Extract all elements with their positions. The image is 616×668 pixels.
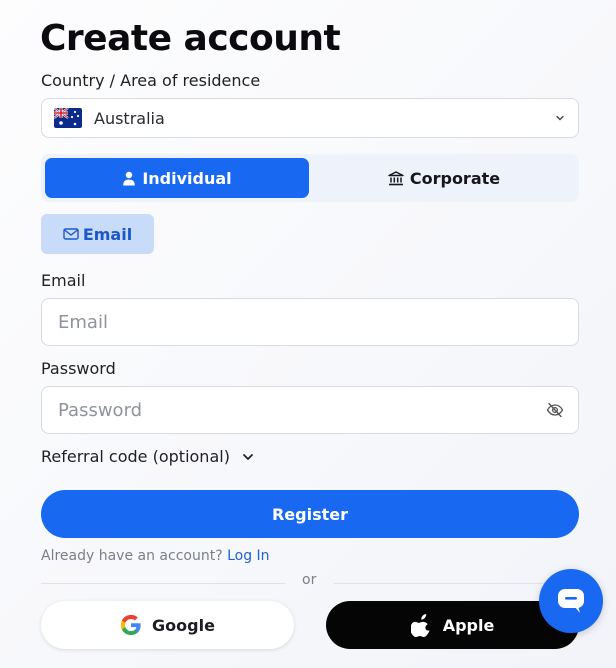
envelope-icon xyxy=(63,228,79,240)
password-label: Password xyxy=(41,359,116,378)
eye-off-icon[interactable] xyxy=(546,402,564,418)
chevron-down-icon xyxy=(243,453,253,460)
google-label: Google xyxy=(152,615,215,635)
individual-tab-label: Individual xyxy=(142,168,232,188)
email-method-label: Email xyxy=(82,224,133,244)
referral-code-toggle[interactable]: Referral code (optional) xyxy=(41,447,254,466)
chat-support-button[interactable] xyxy=(539,569,603,633)
email-method-tab[interactable]: Email xyxy=(41,214,154,254)
country-select[interactable]: Australia xyxy=(41,98,579,138)
register-button[interactable]: Register xyxy=(41,490,579,538)
individual-tab[interactable]: Individual xyxy=(45,158,309,198)
referral-label: Referral code (optional) xyxy=(41,447,230,466)
apple-logo-icon xyxy=(410,614,430,637)
google-logo-icon xyxy=(120,614,141,636)
login-prompt-text: Already have an account? xyxy=(41,548,223,564)
corporate-tab[interactable]: Corporate xyxy=(313,158,575,198)
login-link[interactable]: Log In xyxy=(227,548,269,564)
apple-label: Apple xyxy=(442,615,495,635)
bank-icon xyxy=(388,170,404,185)
page-title: Create account xyxy=(40,18,341,59)
account-type-switch: Individual Corporate xyxy=(41,154,579,202)
country-selected-value: Australia xyxy=(94,108,165,128)
country-label: Country / Area of residence xyxy=(41,71,261,90)
corporate-tab-label: Corporate xyxy=(409,168,501,188)
divider-left xyxy=(41,583,285,584)
or-divider-text: or xyxy=(302,572,317,588)
password-field[interactable] xyxy=(41,386,579,434)
chat-icon xyxy=(558,589,584,613)
email-label: Email xyxy=(41,271,86,290)
login-prompt: Already have an account? Log In xyxy=(41,548,270,564)
divider-right xyxy=(334,583,579,584)
chevron-down-icon xyxy=(556,115,564,121)
google-signin-button[interactable]: Google xyxy=(41,601,294,649)
australia-flag-icon xyxy=(54,108,82,128)
person-icon xyxy=(123,171,136,185)
email-field[interactable] xyxy=(41,298,579,346)
